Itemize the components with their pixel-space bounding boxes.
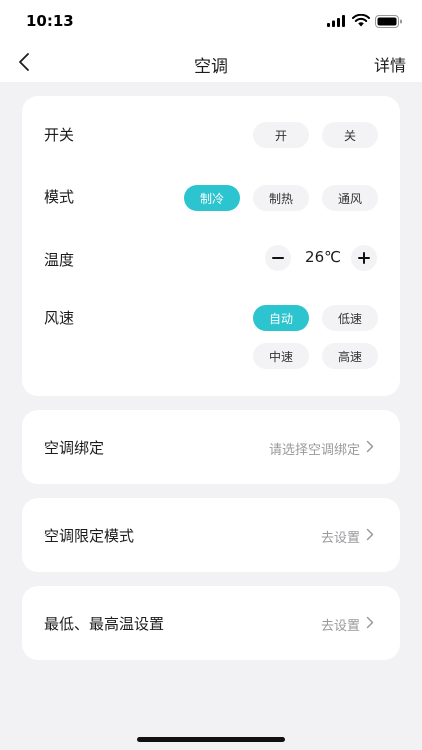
power-off-button[interactable]: 关 bbox=[322, 122, 378, 148]
page-title: 空调 bbox=[194, 57, 228, 77]
fan-auto-button[interactable]: 自动 bbox=[253, 305, 309, 331]
battery-icon bbox=[375, 15, 402, 28]
navigation-bar: 空调 详情 bbox=[0, 44, 422, 82]
home-indicator bbox=[137, 737, 285, 742]
signal-icon bbox=[327, 15, 345, 27]
ac-binding-row[interactable]: 空调绑定 请选择空调绑定 bbox=[22, 410, 400, 484]
chevron-right-icon bbox=[366, 616, 374, 629]
ac-binding-label: 空调绑定 bbox=[44, 439, 105, 457]
mode-heat-button[interactable]: 制热 bbox=[253, 185, 309, 211]
mode-cool-button[interactable]: 制冷 bbox=[184, 185, 240, 211]
ac-binding-value: 请选择空调绑定 bbox=[268, 443, 360, 458]
fan-speed-label: 风速 bbox=[44, 309, 75, 327]
moon-icon bbox=[74, 15, 82, 25]
temperature-label: 温度 bbox=[44, 251, 75, 269]
mode-label: 模式 bbox=[44, 188, 75, 206]
status-time: 10:13 bbox=[26, 12, 74, 30]
ac-restricted-mode-value: 去设置 bbox=[320, 531, 360, 546]
chevron-right-icon bbox=[366, 528, 374, 541]
mode-fan-button[interactable]: 通风 bbox=[322, 185, 378, 211]
fan-high-button[interactable]: 高速 bbox=[322, 343, 378, 369]
temperature-range-value: 去设置 bbox=[320, 619, 360, 634]
details-link[interactable]: 详情 bbox=[374, 52, 406, 76]
chevron-right-icon bbox=[366, 440, 374, 453]
plus-icon bbox=[358, 252, 370, 264]
minus-icon bbox=[272, 257, 284, 259]
temperature-value: 26℃ bbox=[305, 248, 341, 266]
temperature-decrease-button[interactable] bbox=[265, 245, 291, 271]
fan-medium-button[interactable]: 中速 bbox=[253, 343, 309, 369]
power-on-button[interactable]: 开 bbox=[253, 122, 309, 148]
temperature-range-row[interactable]: 最低、最高温设置 去设置 bbox=[22, 586, 400, 660]
ac-restricted-mode-row[interactable]: 空调限定模式 去设置 bbox=[22, 498, 400, 572]
wifi-icon bbox=[352, 14, 370, 27]
power-label: 开关 bbox=[44, 126, 75, 144]
status-bar: 10:13 bbox=[0, 0, 422, 44]
control-card: 开关 开 关 模式 制冷 制热 通风 温度 26℃ 风速 自动 低速 中速 高速 bbox=[22, 96, 400, 396]
temperature-range-label: 最低、最高温设置 bbox=[44, 615, 165, 633]
ac-restricted-mode-label: 空调限定模式 bbox=[44, 527, 135, 545]
fan-low-button[interactable]: 低速 bbox=[322, 305, 378, 331]
temperature-increase-button[interactable] bbox=[351, 245, 377, 271]
